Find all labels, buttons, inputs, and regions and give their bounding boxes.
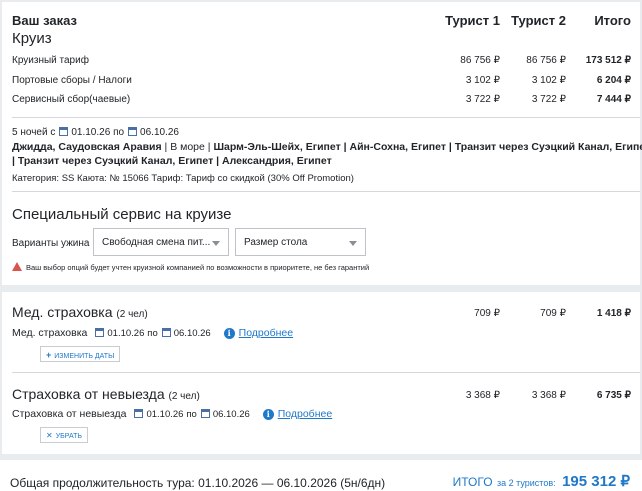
ports: Шарм-Эль-Шейх, Египет | Айн-Сохна, Египе…	[213, 141, 642, 153]
date-to: 06.10.26	[140, 127, 179, 138]
persons-count: (2 чел)	[116, 309, 148, 320]
med-insurance-name: Мед. страховка	[12, 304, 113, 320]
col-total: Итого	[594, 13, 631, 28]
med-total: 1 418 ₽	[596, 308, 631, 319]
chevron-down-icon	[212, 241, 220, 246]
row-total: 6 204 ₽	[596, 75, 631, 86]
insurance-card: Мед. страховка (2 чел) 709 ₽ 709 ₽ 1 418…	[2, 292, 640, 454]
warning-note: Ваш выбор опций будет учтен круизной ком…	[12, 262, 369, 272]
info-icon: i	[262, 409, 274, 420]
divider	[12, 191, 640, 192]
row-label: Круизный тариф	[12, 55, 89, 66]
calendar-icon	[95, 328, 105, 337]
warning-icon	[12, 262, 22, 271]
cancel-line-label: Страховка от невыезда	[12, 408, 127, 420]
total-value: 195 312 ₽	[562, 473, 630, 490]
itinerary-dates: 5 ночей с 01.10.26 по 06.10.26	[12, 127, 179, 138]
cancel-insurance-name: Страховка от невыезда	[12, 386, 165, 402]
port-start: Джидда, Саудовская Аравия	[12, 141, 162, 153]
plus-icon: +	[46, 350, 52, 360]
order-summary-card: Ваш заказ Круиз Турист 1 Турист 2 Итого …	[2, 2, 642, 285]
total-for: за 2 туристов:	[497, 478, 556, 488]
route-line-1: Джидда, Саудовская Аравия | В море | Шар…	[12, 141, 642, 153]
total-footer: Общая продолжительность тура: 01.10.2026…	[0, 460, 642, 491]
to-word: по	[147, 328, 158, 339]
date-to: 06.10.26	[212, 409, 250, 420]
special-service-title: Специальный сервис на круизе	[12, 206, 232, 223]
table-size-select[interactable]: Размер стола	[235, 228, 366, 256]
divider	[12, 372, 640, 373]
grand-total: ИТОГО за 2 туристов: 195 312 ₽	[453, 472, 630, 491]
med-line-label: Мед. страховка	[12, 327, 88, 339]
at-sea: | В море |	[161, 141, 214, 153]
calendar-icon	[59, 127, 69, 136]
dinner-select[interactable]: Свободная смена пит...	[93, 228, 229, 256]
dinner-select-value: Свободная смена пит...	[102, 237, 211, 248]
cancel-t1: 3 368 ₽	[465, 390, 500, 401]
close-icon: ✕	[46, 431, 53, 440]
date-to: 06.10.26	[173, 328, 211, 339]
route-line-2: | Транзит через Суэцкий Канал, Египет | …	[12, 155, 332, 167]
med-t1: 709 ₽	[474, 308, 500, 319]
calendar-icon	[128, 127, 138, 136]
more-link[interactable]: Подробнее	[278, 408, 332, 420]
info-icon: i	[223, 328, 235, 339]
date-from: 01.10.26	[107, 328, 145, 339]
table-size-value: Размер стола	[244, 237, 308, 248]
calendar-icon	[134, 409, 144, 418]
col-tourist1: Турист 1	[445, 13, 500, 28]
order-title: Ваш заказ	[12, 13, 77, 28]
persons-count: (2 чел)	[168, 391, 200, 402]
med-insurance-title: Мед. страховка (2 чел)	[12, 304, 148, 320]
med-insurance-line: Мед. страховка 01.10.26 по 06.10.26 i Подро…	[12, 327, 293, 339]
row-t1: 3 722 ₽	[465, 94, 500, 105]
row-total: 173 512 ₽	[585, 55, 631, 66]
change-dates-label: ИЗМЕНИТЬ ДАТЫ	[54, 353, 115, 360]
dinner-label: Варианты ужина	[12, 238, 90, 249]
calendar-icon	[161, 328, 171, 337]
row-label: Портовые сборы / Налоги	[12, 75, 132, 86]
change-dates-button[interactable]: + ИЗМЕНИТЬ ДАТЫ	[40, 346, 121, 362]
cancel-insurance-title: Страховка от невыезда (2 чел)	[12, 386, 200, 402]
to-word: по	[113, 127, 125, 138]
cancel-total: 6 735 ₽	[596, 390, 631, 401]
remove-label: УБРАТЬ	[55, 433, 82, 440]
calendar-icon	[200, 409, 210, 418]
total-label: ИТОГО	[452, 475, 493, 489]
row-t1: 3 102 ₽	[465, 75, 500, 86]
row-label: Сервисный сбор(чаевые)	[12, 94, 131, 105]
date-from: 01.10.26	[71, 127, 111, 138]
cancel-insurance-line: Страховка от невыезда 01.10.26 по 06.10.26…	[12, 408, 332, 420]
nights-text: 5 ночей с	[12, 127, 56, 138]
divider	[12, 117, 640, 118]
date-from: 01.10.26	[146, 409, 184, 420]
warning-text: Ваш выбор опций будет учтен круизной ком…	[26, 263, 370, 272]
to-word: по	[186, 409, 197, 420]
cruise-label: Круиз	[12, 30, 52, 47]
row-total: 7 444 ₽	[596, 94, 631, 105]
remove-button[interactable]: ✕ УБРАТЬ	[40, 427, 88, 443]
cabin-category: Категория: SS Каюта: № 15066 Тариф: Тари…	[12, 173, 354, 184]
chevron-down-icon	[349, 241, 357, 246]
more-link[interactable]: Подробнее	[239, 327, 293, 339]
row-t1: 86 756 ₽	[460, 55, 500, 66]
tour-duration: Общая продолжительность тура: 01.10.2026…	[10, 476, 386, 490]
